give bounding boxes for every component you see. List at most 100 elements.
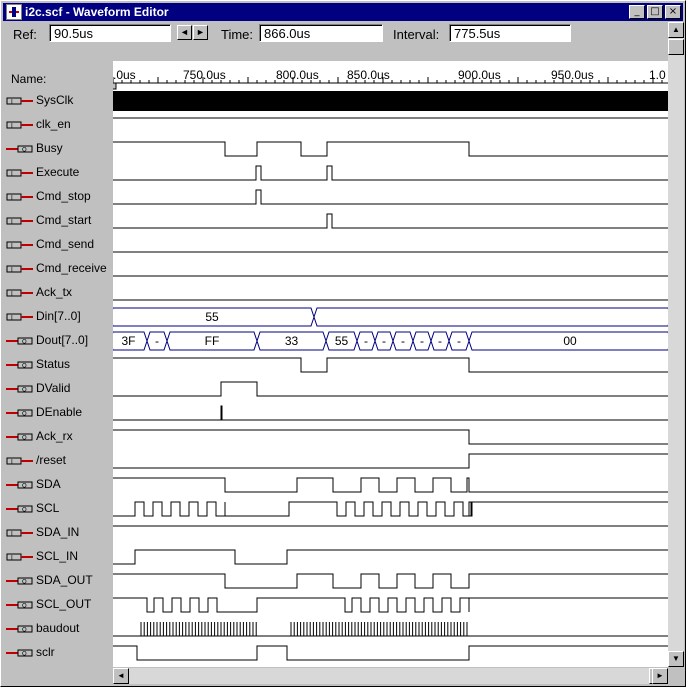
name-column-header: Name: xyxy=(11,72,47,86)
signal-row[interactable]: O Dout[7..0] xyxy=(3,329,111,353)
signal-row[interactable]: O Busy xyxy=(3,137,111,161)
signal-name: clk_en xyxy=(36,117,71,131)
waveform-canvas[interactable]: .0us 750.0us 800.0us 850.0us 900.0us 950.0us 1… xyxy=(109,61,672,667)
signal-row[interactable]: O SDA_OUT xyxy=(3,569,111,593)
interval-field[interactable]: 775.5us xyxy=(449,24,571,42)
scroll-left-button[interactable]: ◄ xyxy=(113,668,129,684)
svg-text:O: O xyxy=(22,435,27,442)
svg-text:O: O xyxy=(22,411,27,418)
window-title: i2c.scf - Waveform Editor xyxy=(25,5,169,19)
time-label: Time: xyxy=(221,27,254,42)
signal-row[interactable]: I SCL_IN xyxy=(3,545,111,569)
svg-text:I: I xyxy=(11,267,13,274)
bus-value-label: 55 xyxy=(205,310,219,324)
signal-row[interactable]: I SysClk xyxy=(3,89,111,113)
sysclk-trace xyxy=(113,91,668,111)
signal-row[interactable]: O SCL_OUT xyxy=(3,593,111,617)
svg-text:O: O xyxy=(22,627,27,634)
signal-row[interactable]: I Execute xyxy=(3,161,111,185)
signal-row[interactable]: I Cmd_send xyxy=(3,233,111,257)
signal-row[interactable]: O Status xyxy=(3,353,111,377)
time-axis-label: 900.0us xyxy=(458,68,501,82)
signal-name: sclr xyxy=(36,645,55,659)
svg-text:I: I xyxy=(11,195,13,202)
bus-value-label: - xyxy=(364,334,368,348)
signal-row[interactable]: I Cmd_start xyxy=(3,209,111,233)
svg-text:I: I xyxy=(11,243,13,250)
ref-label: Ref: xyxy=(13,27,37,42)
signal-row[interactable]: Obaudout xyxy=(3,617,111,641)
signal-name: Cmd_send xyxy=(36,237,95,251)
signal-row[interactable]: I/reset xyxy=(3,449,111,473)
input-pin-icon: I xyxy=(6,97,33,106)
output-pin-icon: O xyxy=(6,433,33,442)
scroll-right-button[interactable]: ► xyxy=(652,668,668,684)
svg-text:O: O xyxy=(22,603,27,610)
output-pin-icon: O xyxy=(6,625,33,634)
signal-name: /reset xyxy=(36,453,67,467)
signal-row[interactable]: I Ack_tx xyxy=(3,281,111,305)
signal-name: SDA_IN xyxy=(36,525,80,539)
svg-text:O: O xyxy=(22,483,27,490)
bus-value-label: FF xyxy=(205,334,220,348)
signal-row[interactable]: O DValid xyxy=(3,377,111,401)
scroll-up-button[interactable]: ▲ xyxy=(668,22,684,38)
output-pin-icon: O xyxy=(6,481,33,490)
minimize-button[interactable]: _ xyxy=(629,5,645,19)
signal-row[interactable]: I SDA_IN xyxy=(3,521,111,545)
output-pin-icon: O xyxy=(6,337,33,346)
input-pin-icon: I xyxy=(6,553,33,561)
horizontal-scrollbar[interactable]: ◄ ► xyxy=(113,668,668,684)
svg-text:I: I xyxy=(11,123,13,130)
signal-row[interactable]: O Ack_rx xyxy=(3,425,111,449)
close-button[interactable]: × xyxy=(665,5,681,19)
svg-text:O: O xyxy=(22,507,27,514)
signal-row[interactable]: O SDA xyxy=(3,473,111,497)
waveform-background xyxy=(113,61,668,667)
svg-text:I: I xyxy=(11,315,13,322)
signal-row[interactable]: Osclr xyxy=(3,641,111,665)
output-pin-icon: O xyxy=(6,601,33,610)
signal-row[interactable]: O DEnable xyxy=(3,401,111,425)
input-pin-icon: I xyxy=(6,217,33,226)
waveform-area[interactable]: .0us 750.0us 800.0us 850.0us 900.0us 950.0us 1… xyxy=(109,61,672,667)
signal-name: baudout xyxy=(36,621,80,635)
signal-name: Cmd_receive xyxy=(36,261,107,275)
input-pin-icon: I xyxy=(6,121,33,130)
signal-name: Status xyxy=(36,357,71,371)
input-pin-icon: I xyxy=(6,313,33,322)
time-field[interactable]: 866.0us xyxy=(259,24,383,42)
signal-name: DValid xyxy=(36,381,71,395)
maximize-button[interactable]: □ xyxy=(647,5,663,19)
signal-row[interactable]: O SCL xyxy=(3,497,111,521)
signal-row[interactable]: Iclk_en xyxy=(3,113,111,137)
svg-text:I: I xyxy=(11,219,13,226)
prev-transition-button[interactable]: ◄ xyxy=(177,25,192,40)
ref-field[interactable]: 90.5us xyxy=(49,24,171,42)
time-axis-label: .0us xyxy=(113,68,136,82)
input-pin-icon: I xyxy=(6,289,33,297)
next-transition-button[interactable]: ► xyxy=(193,25,208,40)
scroll-down-button[interactable]: ▼ xyxy=(668,651,684,667)
svg-text:O: O xyxy=(22,651,27,658)
signal-name: SCL_IN xyxy=(36,549,79,563)
output-pin-icon: O xyxy=(6,505,33,514)
svg-text:I: I xyxy=(11,99,13,106)
bus-value-label: 00 xyxy=(563,334,577,348)
vertical-scrollbar[interactable]: ▲ ▼ xyxy=(668,22,684,667)
vertical-scroll-thumb[interactable] xyxy=(668,39,684,55)
output-pin-icon: O xyxy=(6,145,33,153)
signal-row[interactable]: I Cmd_stop xyxy=(3,185,111,209)
title-bar[interactable]: i2c.scf - Waveform Editor _ □ × xyxy=(3,3,683,21)
signal-name: Din[7..0] xyxy=(36,309,81,323)
signal-row[interactable]: I Din[7..0] xyxy=(3,305,111,329)
time-axis-label: 800.0us xyxy=(276,68,319,82)
signal-name: Cmd_stop xyxy=(36,189,91,203)
svg-text:O: O xyxy=(22,339,27,346)
bus-value-label: - xyxy=(382,334,386,348)
waveform-editor-window: i2c.scf - Waveform Editor _ □ × Ref: 90.… xyxy=(0,0,686,687)
signal-name: SCL xyxy=(36,501,60,515)
signal-row[interactable]: I Cmd_receive xyxy=(3,257,111,281)
output-pin-icon: O xyxy=(6,649,33,658)
app-icon[interactable] xyxy=(6,4,22,20)
